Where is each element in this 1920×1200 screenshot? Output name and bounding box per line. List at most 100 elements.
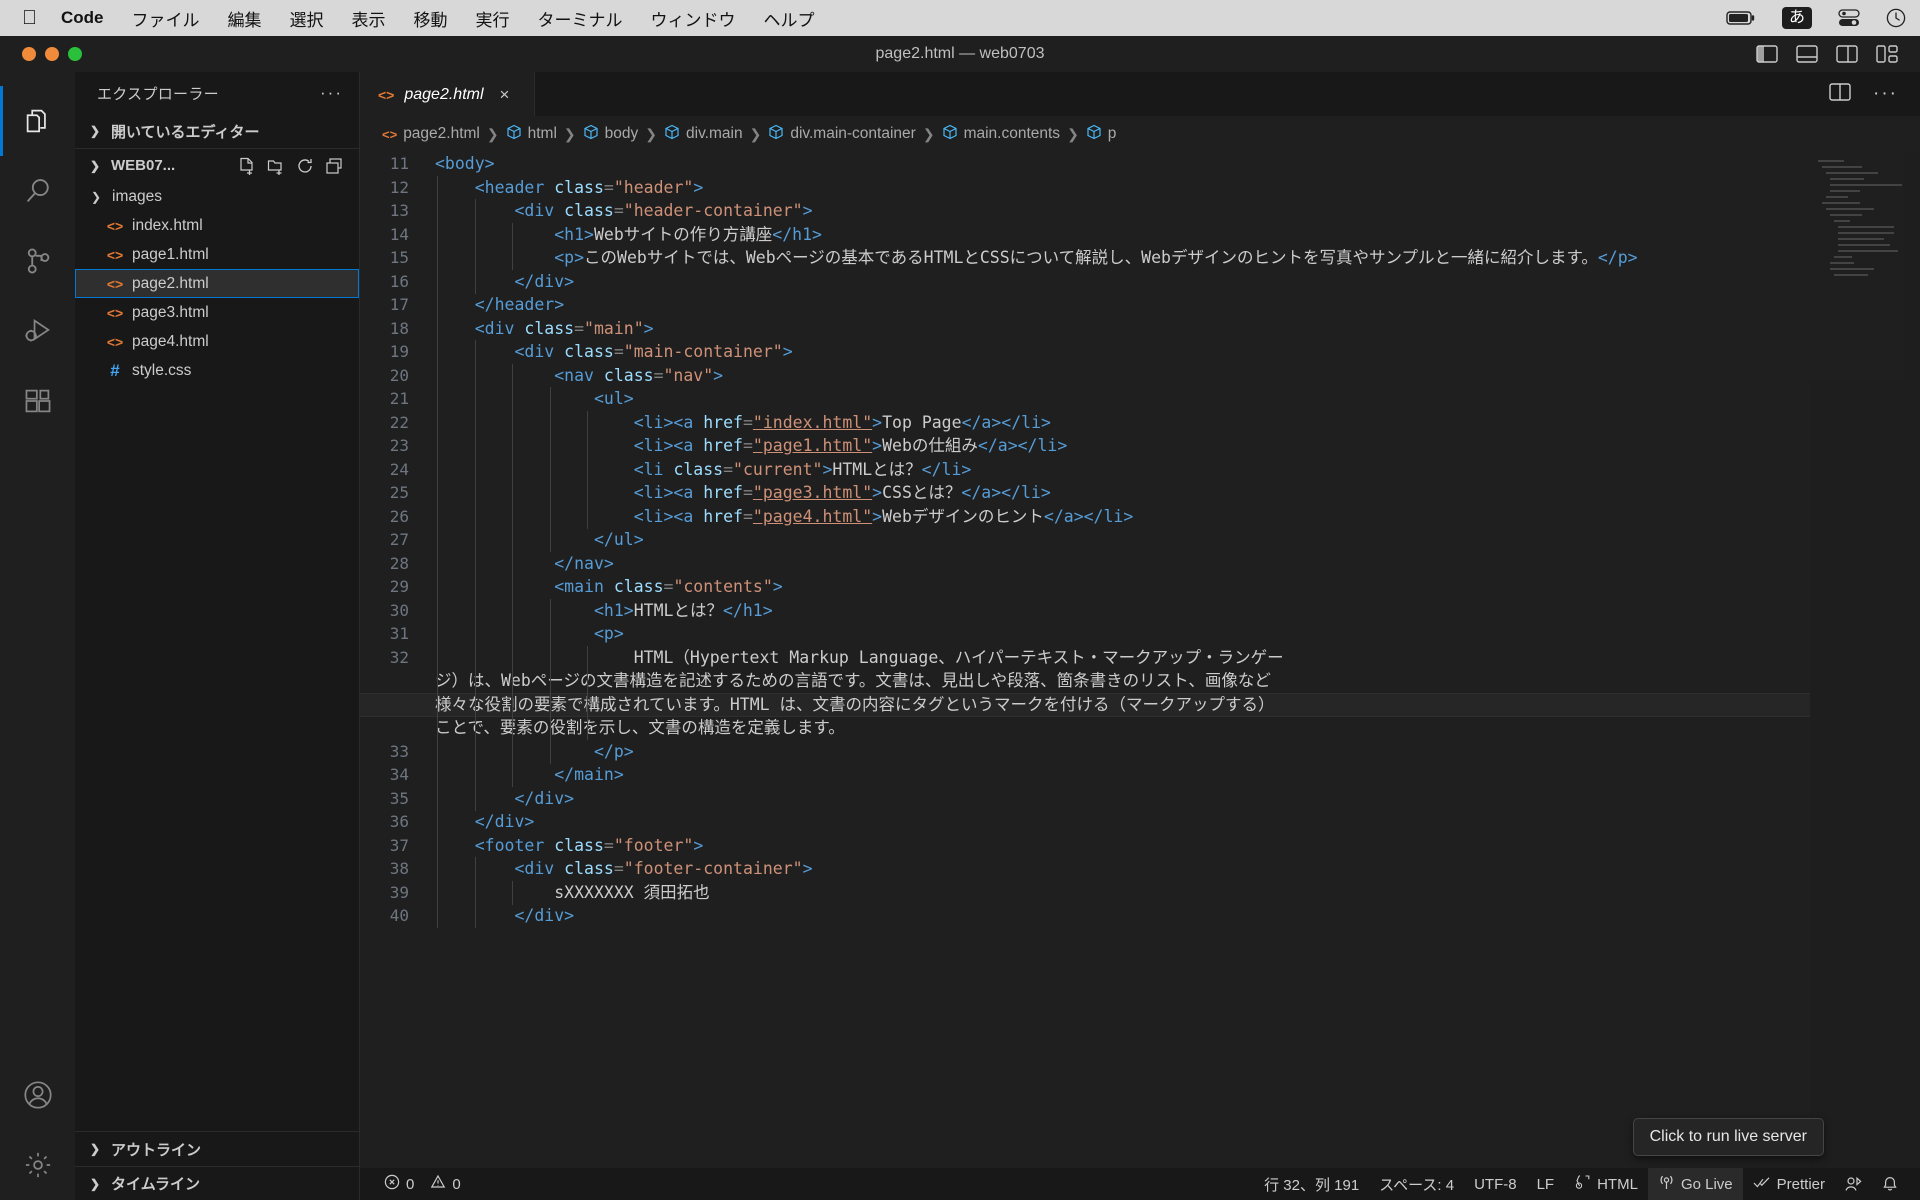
line-content[interactable]: <li><a href="page3.html">CSSとは？</a></li> bbox=[435, 481, 1920, 505]
code-line[interactable]: 31 <p> bbox=[360, 622, 1920, 646]
section-workspace-folder[interactable]: ❯ WEB07... bbox=[75, 148, 359, 182]
line-content[interactable]: </nav> bbox=[435, 552, 1920, 576]
code-line[interactable]: 18 <div class="main"> bbox=[360, 317, 1920, 341]
status-prettier[interactable]: Prettier bbox=[1743, 1168, 1835, 1200]
status-encoding[interactable]: UTF-8 bbox=[1464, 1168, 1527, 1200]
new-file-icon[interactable] bbox=[238, 157, 256, 175]
breadcrumb-item-div-main[interactable]: div.main bbox=[664, 124, 743, 145]
customize-layout-icon[interactable] bbox=[1876, 45, 1898, 63]
line-content[interactable]: <li><a href="index.html">Top Page</a></l… bbox=[435, 411, 1920, 435]
line-content[interactable]: <body> bbox=[435, 152, 1920, 176]
close-icon[interactable]: × bbox=[500, 85, 510, 105]
code-line[interactable]: 28 </nav> bbox=[360, 552, 1920, 576]
code-line[interactable]: 17 </header> bbox=[360, 293, 1920, 317]
file-tree-item-page1-html[interactable]: <> page1.html bbox=[75, 240, 359, 269]
activity-bar-item-settings[interactable] bbox=[0, 1130, 75, 1200]
toggle-primary-sidebar-icon[interactable] bbox=[1756, 45, 1778, 63]
line-content[interactable]: <li><a href="page4.html">Webデザインのヒント</a>… bbox=[435, 505, 1920, 529]
code-line[interactable]: 29 <main class="contents"> bbox=[360, 575, 1920, 599]
code-line[interactable]: 34 </main> bbox=[360, 763, 1920, 787]
status-go-live[interactable]: Go Live bbox=[1647, 1168, 1743, 1200]
status-errors[interactable]: 0 0 bbox=[374, 1168, 471, 1200]
battery-icon[interactable] bbox=[1726, 10, 1756, 26]
file-tree-item-images[interactable]: ❯ images bbox=[75, 182, 359, 211]
code-line[interactable]: 12 <header class="header"> bbox=[360, 176, 1920, 200]
section-outline[interactable]: ❯ アウトライン bbox=[75, 1132, 359, 1166]
code-line[interactable]: 39 sXXXXXXX 須田拓也 bbox=[360, 881, 1920, 905]
activity-bar-item-source-control[interactable] bbox=[0, 226, 75, 296]
code-line[interactable]: 27 </ul> bbox=[360, 528, 1920, 552]
code-line[interactable]: 16 </div> bbox=[360, 270, 1920, 294]
section-timeline[interactable]: ❯ タイムライン bbox=[75, 1166, 359, 1200]
maximize-window-button[interactable] bbox=[68, 47, 82, 61]
line-content[interactable]: <p>このWebサイトでは、Webページの基本であるHTMLとCSSについて解説… bbox=[435, 246, 1920, 270]
code-line[interactable]: 13 <div class="header-container"> bbox=[360, 199, 1920, 223]
breadcrumb-item-body[interactable]: body bbox=[583, 124, 638, 145]
status-cursor-position[interactable]: 行 32、列 191 bbox=[1254, 1168, 1369, 1200]
code-line[interactable]: 23 <li><a href="page1.html">Webの仕組み</a><… bbox=[360, 434, 1920, 458]
line-content[interactable]: </ul> bbox=[435, 528, 1920, 552]
menu-item-window[interactable]: ウィンドウ bbox=[651, 6, 736, 31]
line-content[interactable]: </p> bbox=[435, 740, 1920, 764]
editor-minimap[interactable] bbox=[1810, 152, 1920, 1168]
code-line[interactable]: 33 </p> bbox=[360, 740, 1920, 764]
breadcrumb-item-p[interactable]: p bbox=[1086, 124, 1116, 145]
breadcrumb-item-div-main-container[interactable]: div.main-container bbox=[768, 124, 916, 145]
toggle-secondary-sidebar-icon[interactable] bbox=[1836, 45, 1858, 63]
line-content[interactable]: <header class="header"> bbox=[435, 176, 1920, 200]
menu-item-view[interactable]: 表示 bbox=[352, 6, 386, 31]
code-line[interactable]: 40 </div> bbox=[360, 904, 1920, 928]
line-content[interactable]: <main class="contents"> bbox=[435, 575, 1920, 599]
new-folder-icon[interactable] bbox=[267, 157, 285, 175]
code-content[interactable]: 11 <body> 12 <header class="header"> 13 <di… bbox=[360, 152, 1920, 928]
activity-bar-item-extensions[interactable] bbox=[0, 366, 75, 436]
breadcrumb-item-file[interactable]: <> page2.html bbox=[382, 125, 480, 143]
line-content[interactable]: <div class="main"> bbox=[435, 317, 1920, 341]
code-line[interactable]: 38 <div class="footer-container"> bbox=[360, 857, 1920, 881]
code-line[interactable]: 22 <li><a href="index.html">Top Page</a>… bbox=[360, 411, 1920, 435]
file-tree-item-style-css[interactable]: # style.css bbox=[75, 356, 359, 385]
file-tree-item-page2-html[interactable]: <> page2.html bbox=[75, 269, 359, 298]
status-indentation[interactable]: スペース: 4 bbox=[1369, 1168, 1464, 1200]
collapse-folders-icon[interactable] bbox=[325, 157, 343, 175]
line-content[interactable]: <li><a href="page1.html">Webの仕組み</a></li… bbox=[435, 434, 1920, 458]
menu-item-code[interactable]: Code bbox=[61, 8, 104, 28]
tab-page2-html[interactable]: <> page2.html × bbox=[360, 72, 535, 116]
line-content[interactable]: <footer class="footer"> bbox=[435, 834, 1920, 858]
ime-indicator[interactable]: あ bbox=[1781, 7, 1812, 29]
menu-item-terminal[interactable]: ターミナル bbox=[538, 6, 623, 31]
line-content[interactable]: sXXXXXXX 須田拓也 bbox=[435, 881, 1920, 905]
status-language-mode[interactable]: HTML bbox=[1564, 1168, 1648, 1200]
activity-bar-item-search[interactable] bbox=[0, 156, 75, 226]
menu-item-run[interactable]: 実行 bbox=[476, 6, 510, 31]
line-content[interactable]: HTML（Hypertext Markup Language、ハイパーテキスト・… bbox=[435, 646, 1285, 740]
code-line[interactable]: 15 <p>このWebサイトでは、Webページの基本であるHTMLとCSSについ… bbox=[360, 246, 1920, 270]
split-editor-icon[interactable] bbox=[1829, 82, 1851, 107]
menu-item-edit[interactable]: 編集 bbox=[228, 6, 262, 31]
explorer-more-actions-icon[interactable]: ··· bbox=[320, 83, 343, 103]
code-line[interactable]: 19 <div class="main-container"> bbox=[360, 340, 1920, 364]
menu-item-go[interactable]: 移動 bbox=[414, 6, 448, 31]
file-tree-item-index-html[interactable]: <> index.html bbox=[75, 211, 359, 240]
refresh-explorer-icon[interactable] bbox=[296, 157, 314, 175]
control-center-icon[interactable] bbox=[1838, 9, 1860, 27]
menu-item-help[interactable]: ヘルプ bbox=[764, 6, 815, 31]
line-content[interactable]: <div class="header-container"> bbox=[435, 199, 1920, 223]
code-line[interactable]: 32 HTML（Hypertext Markup Language、ハイパーテキ… bbox=[360, 646, 1920, 740]
status-notifications[interactable] bbox=[1872, 1168, 1908, 1200]
line-content[interactable]: </main> bbox=[435, 763, 1920, 787]
code-line[interactable]: 20 <nav class="nav"> bbox=[360, 364, 1920, 388]
status-eol[interactable]: LF bbox=[1527, 1168, 1565, 1200]
menu-item-selection[interactable]: 選択 bbox=[290, 6, 324, 31]
code-line[interactable]: 37 <footer class="footer"> bbox=[360, 834, 1920, 858]
file-tree-item-page3-html[interactable]: <> page3.html bbox=[75, 298, 359, 327]
code-editor[interactable]: 11 <body> 12 <header class="header"> 13 <di… bbox=[360, 152, 1920, 1168]
code-line[interactable]: 21 <ul> bbox=[360, 387, 1920, 411]
menu-item-file[interactable]: ファイル bbox=[132, 6, 200, 31]
code-line[interactable]: 26 <li><a href="page4.html">Webデザインのヒント<… bbox=[360, 505, 1920, 529]
line-content[interactable]: <li class="current">HTMLとは？</li> bbox=[435, 458, 1920, 482]
line-content[interactable]: </div> bbox=[435, 904, 1920, 928]
code-line[interactable]: 11 <body> bbox=[360, 152, 1920, 176]
clock-icon[interactable] bbox=[1886, 8, 1906, 28]
code-line[interactable]: 24 <li class="current">HTMLとは？</li> bbox=[360, 458, 1920, 482]
